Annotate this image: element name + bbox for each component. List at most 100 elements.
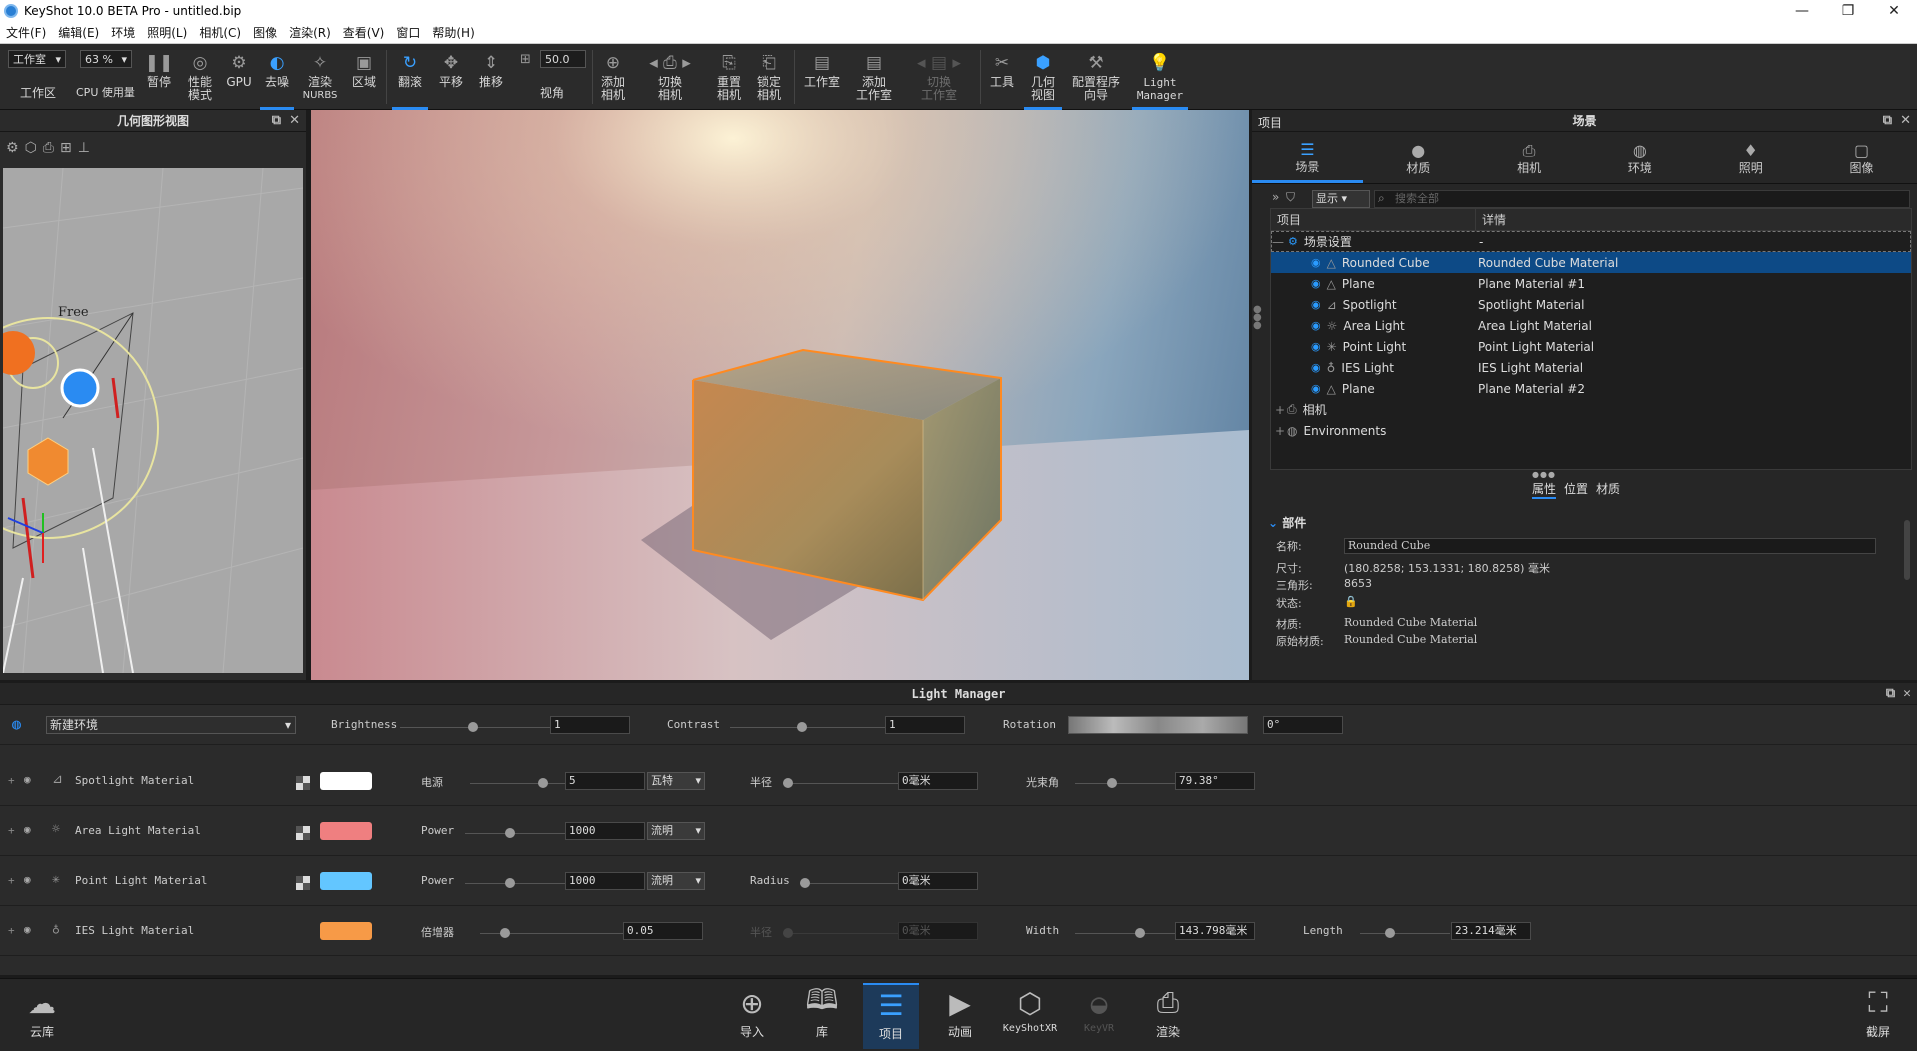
lock-camera-button[interactable]: ⎗ 锁定 相机 xyxy=(752,44,786,110)
power-slider[interactable] xyxy=(465,878,565,888)
cube-icon[interactable]: ⬡ xyxy=(25,140,37,156)
region-button[interactable]: ▣ 区域 xyxy=(348,44,380,110)
expand-icon[interactable]: + xyxy=(8,824,15,837)
texture-icon[interactable] xyxy=(296,876,310,890)
multiplier-slider[interactable] xyxy=(480,928,623,938)
menu-image[interactable]: 图像 xyxy=(247,24,283,41)
float-panel-icon[interactable]: ⧉ xyxy=(1886,686,1895,701)
expand-icon[interactable]: + xyxy=(8,924,15,937)
close-panel-icon[interactable]: ✕ xyxy=(289,113,300,128)
power-input[interactable]: 1000 xyxy=(565,872,645,890)
render-nurbs-button[interactable]: ✧ 渲染 NURBS xyxy=(300,44,340,110)
tree-row[interactable]: ◉ ☼ Area Light Area Light Material xyxy=(1271,315,1911,336)
subtab-position[interactable]: 位置 xyxy=(1564,480,1588,499)
light-color-swatch[interactable] xyxy=(320,772,372,790)
workspace-select[interactable]: 工作室 ▾ xyxy=(8,50,66,68)
radius-slider[interactable] xyxy=(800,878,898,888)
rotation-slider[interactable] xyxy=(1068,716,1248,734)
switch-studio-button[interactable]: ◂ ▤ ▸ 切换 工作室 xyxy=(908,44,970,110)
contrast-input[interactable]: 1 xyxy=(885,716,965,734)
tree-row-cameras[interactable]: + ⎙ 相机 xyxy=(1271,399,1911,420)
power-unit-select[interactable]: 流明 ▾ xyxy=(647,872,705,890)
axis-icon[interactable]: ⊥ xyxy=(78,140,90,156)
power-input[interactable]: 1000 xyxy=(565,822,645,840)
configurator-wizard-button[interactable]: ⚒ 配置程序 向导 xyxy=(1068,44,1124,110)
studio-button[interactable]: ▤ 工作室 xyxy=(800,44,844,110)
visibility-eye-icon[interactable]: ◉ xyxy=(24,873,31,886)
tree-row-environments[interactable]: + ◍ Environments xyxy=(1271,420,1911,441)
radius-input[interactable]: 0毫米 xyxy=(898,772,978,790)
tumble-button[interactable]: ↻ 翻滚 xyxy=(392,44,428,110)
import-button[interactable]: ⊕ 导入 xyxy=(724,983,780,1049)
close-panel-icon[interactable]: ✕ xyxy=(1900,113,1911,128)
tree-row[interactable]: ◉ △ Rounded Cube Rounded Cube Material xyxy=(1271,252,1911,273)
brightness-input[interactable]: 1 xyxy=(550,716,630,734)
menu-environment[interactable]: 环境 xyxy=(105,24,141,41)
splitter-handle-icon[interactable]: ● ● ● xyxy=(1253,305,1262,331)
close-button[interactable]: ✕ xyxy=(1871,0,1917,22)
length-input[interactable]: 23.214毫米 xyxy=(1451,922,1531,940)
rotation-input[interactable]: 0° xyxy=(1263,716,1343,734)
light-color-swatch[interactable] xyxy=(320,922,372,940)
power-unit-select[interactable]: 瓦特 ▾ xyxy=(647,772,705,790)
light-manager-button[interactable]: 💡 Light Manager xyxy=(1132,44,1188,110)
visibility-eye-icon[interactable]: ◉ xyxy=(1311,277,1321,290)
visibility-eye-icon[interactable]: ◉ xyxy=(1311,382,1321,395)
contrast-slider[interactable] xyxy=(730,722,885,732)
visibility-eye-icon[interactable]: ◉ xyxy=(1311,319,1321,332)
lock-icon[interactable]: 🔒 xyxy=(1344,595,1358,611)
reset-camera-button[interactable]: ⎘ 重置 相机 xyxy=(712,44,746,110)
grid-icon[interactable]: ⊞ xyxy=(60,140,72,156)
power-slider[interactable] xyxy=(465,828,565,838)
menu-file[interactable]: 文件(F) xyxy=(0,24,52,41)
pause-button[interactable]: ❚❚ 暂停 xyxy=(144,44,174,110)
texture-icon[interactable] xyxy=(296,826,310,840)
properties-scrollbar[interactable] xyxy=(1904,520,1910,580)
tree-row[interactable]: ◉ ✳ Point Light Point Light Material xyxy=(1271,336,1911,357)
pan-button[interactable]: ✥ 平移 xyxy=(434,44,468,110)
subtab-material[interactable]: 材质 xyxy=(1596,480,1620,499)
maximize-button[interactable]: ❐ xyxy=(1825,0,1871,22)
add-camera-button[interactable]: ⊕ 添加 相机 xyxy=(596,44,630,110)
add-studio-button[interactable]: ▤ 添加 工作室 xyxy=(852,44,896,110)
tree-row[interactable]: ◉ ♁ IES Light IES Light Material xyxy=(1271,357,1911,378)
camera-icon[interactable]: ⎙ xyxy=(43,140,54,156)
render-viewport[interactable] xyxy=(311,110,1249,680)
dolly-button[interactable]: ⇕ 推移 xyxy=(474,44,508,110)
keyshotxr-button[interactable]: ⬡ KeyShotXR xyxy=(998,983,1062,1049)
visibility-eye-icon[interactable]: ◉ xyxy=(24,823,31,836)
more-dots-icon[interactable]: ●●● xyxy=(1532,470,1556,479)
menu-lighting[interactable]: 照明(L) xyxy=(141,24,193,41)
tab-lighting[interactable]: ♦ 照明 xyxy=(1695,134,1806,183)
performance-mode-button[interactable]: ◎ 性能 模式 xyxy=(180,44,220,110)
subtab-properties[interactable]: 属性 xyxy=(1532,480,1557,499)
width-input[interactable]: 143.798毫米 xyxy=(1175,922,1255,940)
search-input[interactable]: 搜索全部 xyxy=(1374,190,1910,208)
tree-row-scene-settings[interactable]: — ⚙ 场景设置 - xyxy=(1271,231,1911,252)
tab-scene[interactable]: ☰ 场景 xyxy=(1252,134,1363,183)
gpu-button[interactable]: ⚙ GPU xyxy=(224,44,254,110)
radius-input[interactable]: 0毫米 xyxy=(898,922,978,940)
project-button[interactable]: ☰ 项目 xyxy=(863,983,919,1049)
fov-input[interactable]: 50.0 xyxy=(540,50,586,68)
geometry-view-button[interactable]: ⬢ 几何 视图 xyxy=(1024,44,1062,110)
light-color-swatch[interactable] xyxy=(320,822,372,840)
visibility-eye-icon[interactable]: ◉ xyxy=(1311,340,1321,353)
power-unit-select[interactable]: 流明 ▾ xyxy=(647,822,705,840)
texture-icon[interactable] xyxy=(296,776,310,790)
menu-render[interactable]: 渲染(R) xyxy=(283,24,337,41)
beam-angle-slider[interactable] xyxy=(1075,778,1175,788)
expand-icon[interactable]: + xyxy=(8,874,15,887)
visibility-eye-icon[interactable]: ◉ xyxy=(24,923,31,936)
length-slider[interactable] xyxy=(1360,928,1450,938)
menu-window[interactable]: 窗口 xyxy=(390,24,426,41)
filter-icon[interactable]: ⛉ xyxy=(1286,190,1295,205)
switch-camera-button[interactable]: ◂ ⎙ ▸ 切换 相机 xyxy=(640,44,700,110)
visibility-eye-icon[interactable]: ◉ xyxy=(1311,361,1321,374)
tree-row[interactable]: ◉ △ Plane Plane Material #2 xyxy=(1271,378,1911,399)
minimize-button[interactable]: — xyxy=(1779,0,1825,22)
library-button[interactable]: 🕮 库 xyxy=(794,983,850,1049)
float-panel-icon[interactable]: ⧉ xyxy=(272,113,281,128)
name-input[interactable]: Rounded Cube xyxy=(1344,538,1876,554)
visibility-eye-icon[interactable]: ◉ xyxy=(1311,298,1321,311)
